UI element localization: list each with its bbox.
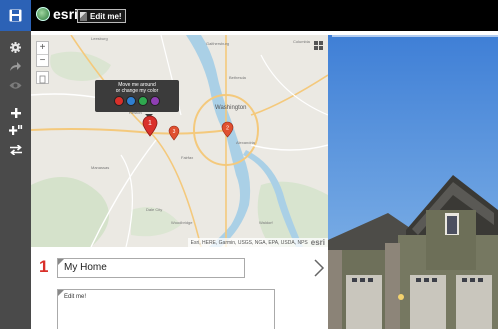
basemap-gallery-button[interactable]: [314, 38, 324, 50]
preview-button[interactable]: [7, 77, 24, 94]
swatch-purple[interactable]: [150, 96, 160, 106]
gear-icon: [10, 42, 21, 53]
point-name-input[interactable]: My Home: [57, 258, 245, 278]
story-panel: 1 My Home Edit me!: [31, 247, 328, 329]
zoom-in-button[interactable]: +: [37, 42, 48, 55]
point-photo: [328, 35, 498, 329]
place-label: Woodbridge: [171, 220, 193, 225]
place-label: Gaithersburg: [206, 41, 230, 46]
share-icon: [10, 62, 21, 71]
zoom-out-button[interactable]: −: [37, 55, 48, 67]
place-label: Leesburg: [91, 36, 108, 41]
story-title-input[interactable]: Edit me!: [77, 9, 126, 23]
point-number: 1: [39, 257, 49, 276]
zoom-controls: + −: [36, 41, 49, 67]
swatch-blue[interactable]: [126, 96, 136, 106]
pin-label: 1: [148, 120, 152, 127]
basemap: [31, 35, 328, 247]
place-label: Waldorf: [259, 220, 273, 225]
save-button[interactable]: [0, 0, 31, 31]
place-label: Alexandria: [236, 140, 255, 145]
edit-pencil-icon: [80, 12, 87, 21]
place-label: Washington: [215, 105, 247, 111]
app-window: esri Edit me! Washington Leesburg Reston…: [0, 0, 498, 329]
place-label: Manassas: [91, 165, 110, 170]
color-swatches: [95, 96, 179, 106]
popup-line-2: or change my color: [115, 88, 159, 94]
color-picker-popup: Move me around or change my color: [95, 80, 179, 118]
add-point-button[interactable]: [7, 104, 24, 121]
house-photo: [328, 35, 498, 329]
import-points-button[interactable]: [7, 122, 24, 139]
next-point-button[interactable]: [313, 259, 325, 277]
logo-text: esri: [53, 6, 78, 22]
save-icon: [9, 9, 22, 22]
place-label: Columbia: [293, 39, 310, 44]
plus-icon: [10, 107, 21, 118]
map-pin-3[interactable]: 3: [168, 125, 180, 141]
place-label: Dale City: [146, 207, 163, 212]
point-description-input[interactable]: Edit me!: [57, 289, 275, 329]
point-name-text: My Home: [64, 262, 107, 273]
globe-icon: [36, 7, 50, 21]
reorder-icon: [9, 144, 22, 155]
grid-icon: [314, 41, 323, 50]
home-extent-button[interactable]: [36, 71, 49, 84]
edit-corner-icon: [58, 259, 64, 265]
map-attribution: Esri, HERE, Garmin, USGS, NGA, EPA, USDA…: [187, 238, 328, 247]
settings-button[interactable]: [7, 39, 24, 56]
edit-corner-icon: [58, 290, 64, 296]
pin-label: 3: [173, 129, 176, 135]
map-view[interactable]: Washington Leesburg Herndon Reston Manas…: [31, 35, 328, 247]
builder-sidebar: [0, 31, 31, 329]
place-label: Bethesda: [229, 75, 246, 80]
pin-label: 2: [226, 126, 229, 132]
eye-icon: [9, 82, 22, 89]
swatch-green[interactable]: [138, 96, 148, 106]
map-pin-2[interactable]: 2: [221, 121, 234, 138]
swatch-red[interactable]: [114, 96, 124, 106]
add-many-icon: [8, 125, 22, 135]
document-icon: [39, 75, 46, 84]
esri-attribution-logo: esri: [310, 238, 325, 247]
esri-logo: esri: [36, 6, 78, 22]
top-bar: esri Edit me!: [0, 0, 498, 31]
place-label: Fairfax: [181, 155, 194, 160]
attribution-text: Esri, HERE, Garmin, USGS, NGA, EPA, USDA…: [190, 239, 308, 246]
map-pin-1[interactable]: 1: [142, 115, 158, 137]
share-button[interactable]: [7, 58, 24, 75]
chevron-right-icon: [314, 259, 325, 277]
organize-button[interactable]: [7, 141, 24, 158]
point-description-text: Edit me!: [64, 294, 87, 300]
story-title-text: Edit me!: [90, 12, 122, 21]
